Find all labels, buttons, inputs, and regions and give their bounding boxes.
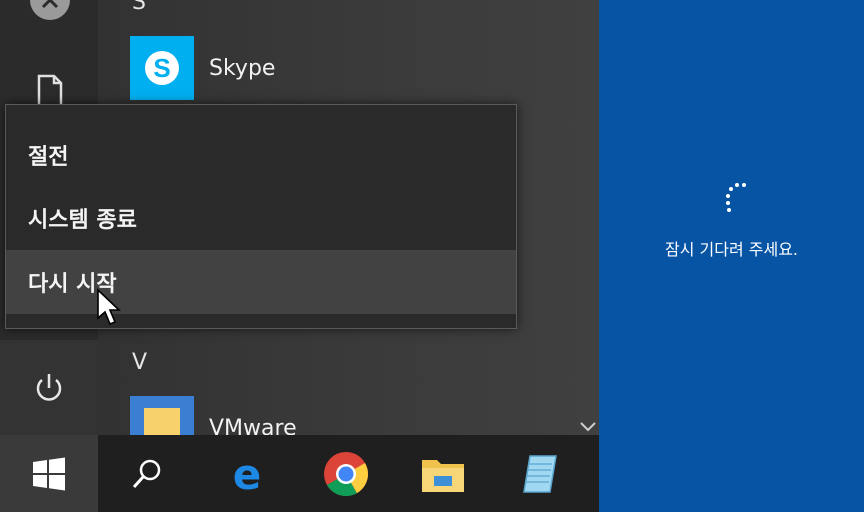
- svg-text:S: S: [153, 53, 170, 83]
- power-menu-sleep[interactable]: 절전: [6, 123, 516, 187]
- power-menu-restart[interactable]: 다시 시작: [6, 250, 516, 314]
- chrome-button[interactable]: [311, 435, 381, 512]
- windows-logo-icon: [33, 457, 65, 490]
- taskbar: e: [0, 435, 599, 512]
- file-explorer-icon: [422, 459, 464, 492]
- search-icon: [132, 459, 161, 488]
- scroll-down-chevron-icon[interactable]: [578, 418, 598, 436]
- search-button[interactable]: [112, 435, 182, 512]
- power-menu: 절전 시스템 종료 다시 시작: [5, 104, 517, 329]
- user-avatar-icon[interactable]: [22, 0, 78, 28]
- edge-icon: e: [233, 452, 262, 496]
- power-button[interactable]: [0, 340, 98, 435]
- start-button[interactable]: [0, 435, 98, 512]
- edge-button[interactable]: e: [212, 435, 282, 512]
- mouse-pointer-icon: [97, 288, 121, 326]
- please-wait-message: 잠시 기다려 주세요.: [664, 240, 799, 259]
- start-menu: S S Skype V VMware 절전 시스템 종료 다시 시작 e: [0, 0, 599, 512]
- file-explorer-button[interactable]: [408, 435, 478, 512]
- power-menu-shutdown[interactable]: 시스템 종료: [6, 186, 516, 250]
- notepad-icon: [523, 454, 557, 493]
- app-name-skype[interactable]: Skype: [209, 56, 275, 81]
- svg-text:e: e: [233, 452, 262, 496]
- loading-spinner-icon: [726, 183, 746, 212]
- group-header-s[interactable]: S: [132, 0, 146, 15]
- notepad-button[interactable]: [505, 435, 575, 512]
- group-header-v[interactable]: V: [132, 350, 147, 375]
- skype-icon[interactable]: S: [130, 36, 194, 100]
- power-icon: [36, 373, 62, 401]
- chrome-icon: [324, 451, 369, 496]
